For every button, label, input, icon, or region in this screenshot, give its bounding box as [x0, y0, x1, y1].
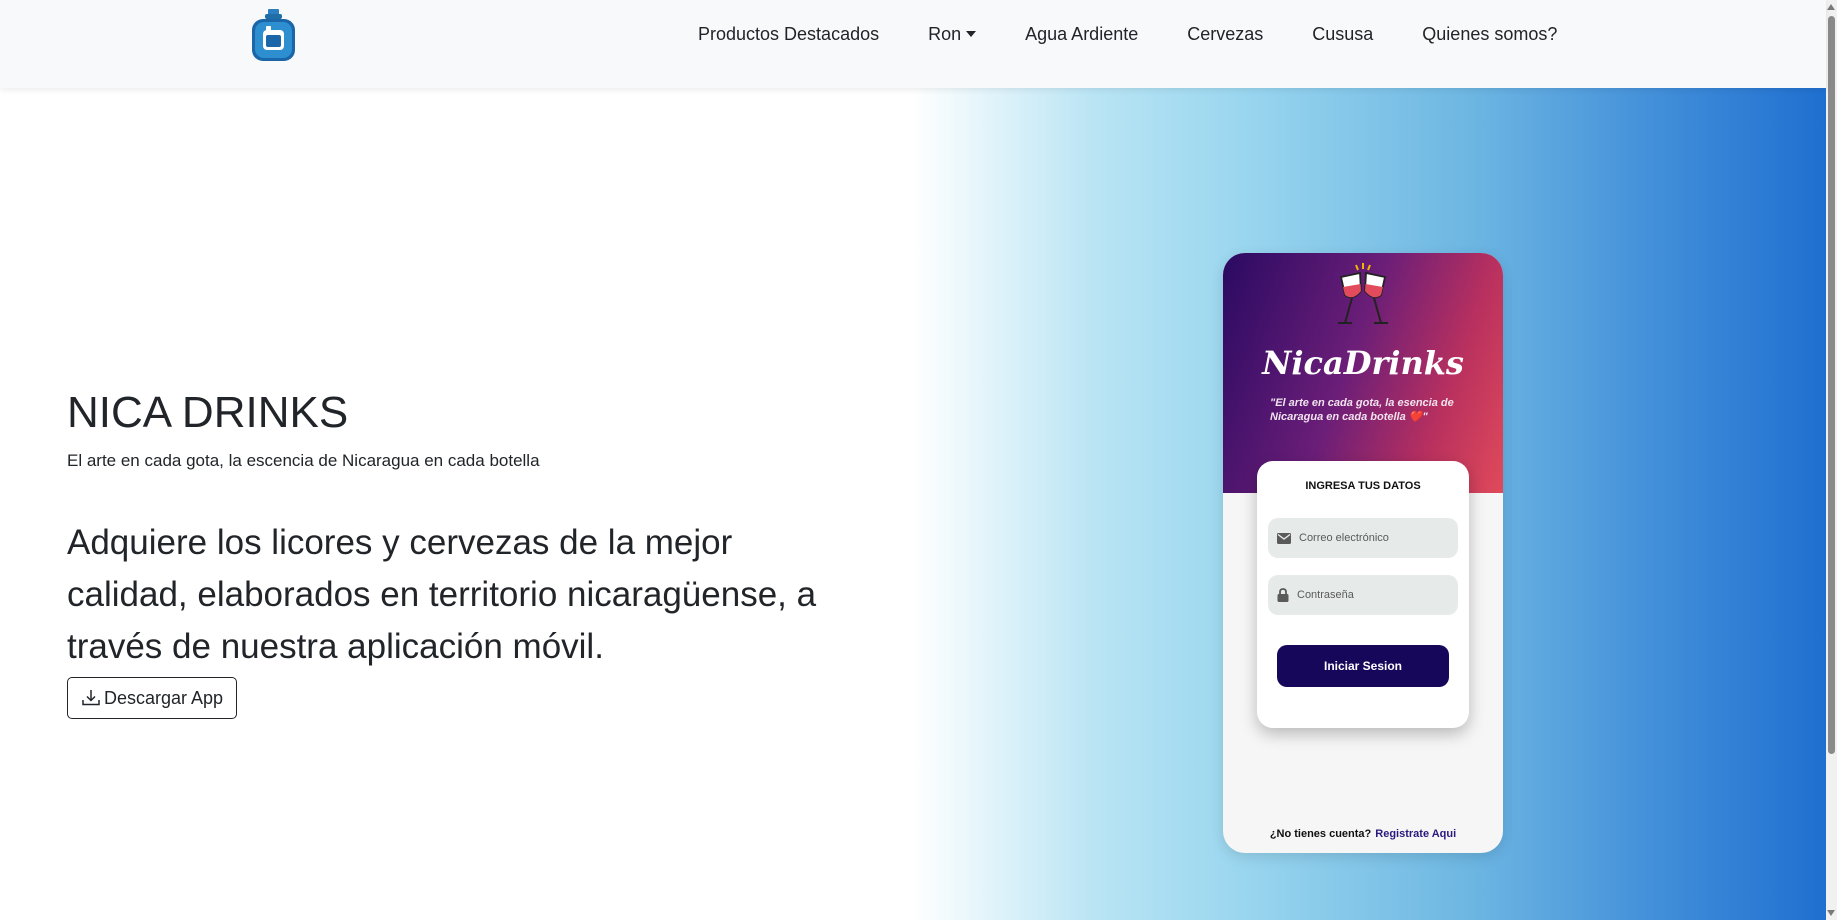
- register-link[interactable]: Registrate Aqui: [1375, 828, 1456, 840]
- nav-cervezas[interactable]: Cervezas: [1187, 24, 1263, 45]
- password-field[interactable]: [1268, 575, 1458, 615]
- mail-icon: [1277, 532, 1291, 544]
- email-input[interactable]: [1297, 531, 1447, 545]
- nav-label: Productos Destacados: [698, 23, 880, 44]
- caret-down-icon: [966, 31, 977, 37]
- liquor-bottle-icon[interactable]: [250, 9, 297, 62]
- login-button[interactable]: Iniciar Sesion: [1277, 645, 1449, 687]
- nav-menu: Productos Destacados Ron Agua Ardiente C…: [698, 0, 1557, 68]
- nav-label: Ron: [928, 23, 962, 44]
- app-tagline: "El arte en cada gota, la esencia de Nic…: [1270, 397, 1454, 423]
- download-button-label: Descargar App: [104, 687, 224, 708]
- hero-title: NICA DRINKS: [67, 388, 349, 437]
- download-app-button[interactable]: Descargar App: [67, 677, 238, 719]
- nav-quienes-somos[interactable]: Quienes somos?: [1422, 24, 1557, 45]
- lock-icon: [1277, 588, 1289, 602]
- nav-productos-destacados[interactable]: Productos Destacados: [698, 24, 879, 45]
- phone-header: NicaDrinks "El arte en cada gota, la ese…: [1223, 253, 1503, 493]
- nav-label: Cususa: [1312, 23, 1374, 44]
- login-card: INGRESA TUS DATOS Iniciar Sesion: [1257, 461, 1469, 728]
- hero-lead: Adquiere los licores y cervezas de la me…: [67, 523, 817, 666]
- navbar: Productos Destacados Ron Agua Ardiente C…: [0, 0, 1826, 88]
- password-input[interactable]: [1295, 588, 1445, 602]
- hero-subtitle: El arte en cada gota, la escencia de Nic…: [67, 451, 540, 470]
- scrollbar-thumb[interactable]: [1828, 16, 1835, 754]
- register-prompt: ¿No tienes cuenta?: [1269, 828, 1372, 840]
- download-icon: [82, 690, 100, 706]
- nav-label: Cervezas: [1187, 23, 1264, 44]
- app-name: NicaDrinks: [1262, 344, 1464, 382]
- vertical-scrollbar[interactable]: [1826, 0, 1837, 920]
- email-field[interactable]: [1268, 518, 1458, 558]
- nav-label: Quienes somos?: [1422, 23, 1558, 44]
- nav-ron-dropdown[interactable]: Ron: [928, 23, 977, 45]
- hero-text-block: NICA DRINKS El arte en cada gota, la esc…: [67, 383, 847, 719]
- login-card-title: INGRESA TUS DATOS: [1305, 480, 1421, 492]
- nav-agua-ardiente[interactable]: Agua Ardiente: [1025, 24, 1138, 45]
- register-prompt-line: ¿No tienes cuenta? Registrate Aqui: [1223, 828, 1503, 840]
- scroll-up-arrow-icon[interactable]: [1827, 4, 1835, 10]
- wine-glasses-cheers-icon: [1338, 263, 1388, 324]
- scroll-down-arrow-icon[interactable]: [1827, 910, 1835, 916]
- nav-cususa[interactable]: Cususa: [1312, 24, 1373, 45]
- phone-mockup: NicaDrinks "El arte en cada gota, la ese…: [1223, 253, 1503, 853]
- nav-label: Agua Ardiente: [1025, 23, 1139, 44]
